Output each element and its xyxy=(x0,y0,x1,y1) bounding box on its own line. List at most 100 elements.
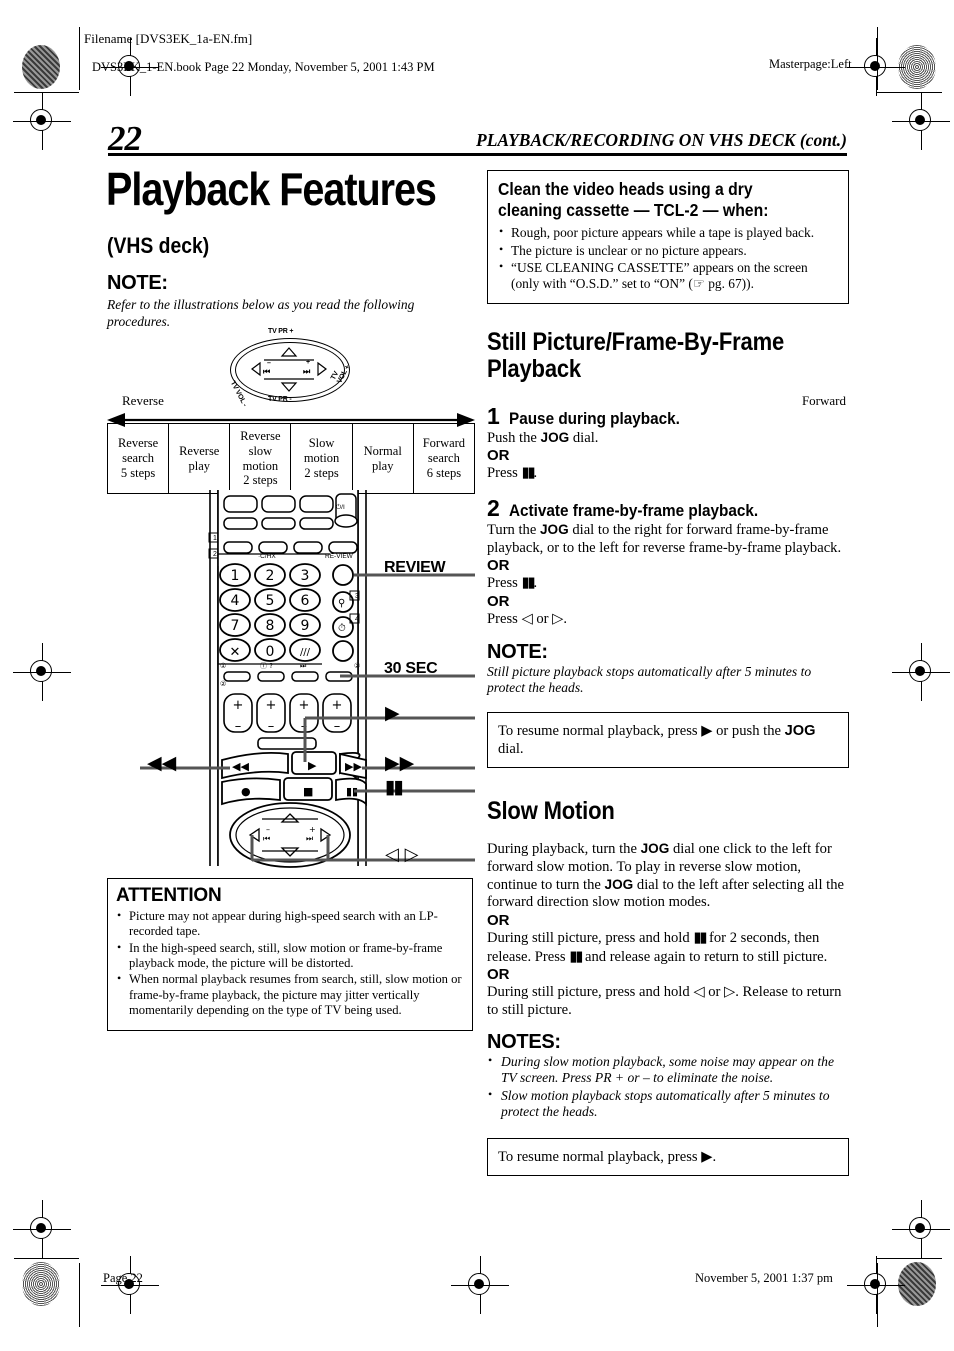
step-line: Press ◁ or ▷. xyxy=(487,609,568,627)
svg-text:2: 2 xyxy=(213,551,217,558)
still-note-heading: NOTE: xyxy=(487,640,548,663)
attention-item: When normal playback resumes from search… xyxy=(116,971,464,1018)
svg-text:5: 5 xyxy=(266,593,275,609)
svg-text:///: /// xyxy=(300,647,311,658)
right-arrow-icon: ▷ xyxy=(724,983,736,1001)
slow-motion-notes-heading: NOTES: xyxy=(487,1030,561,1053)
step-title: Activate frame-by-frame playback. xyxy=(508,500,758,520)
step-title: Pause during playback. xyxy=(508,408,680,428)
cell-text: Reverse slow motion 2 steps xyxy=(240,429,281,488)
left-arrow-icon: ◁ xyxy=(693,983,705,1001)
page-subtitle: (VHS deck) xyxy=(107,233,210,258)
header-rule xyxy=(108,153,847,156)
step-1-header: 1 Pause during playback. xyxy=(487,403,849,430)
svg-text:②: ② xyxy=(354,662,360,670)
svg-text:②: ② xyxy=(220,680,226,688)
callout-pause-icon: ▮▮ xyxy=(385,776,404,798)
svg-text:0: 0 xyxy=(266,644,275,660)
svg-text:–: – xyxy=(266,825,270,834)
playback-modes-table-wrap: Reverse search 5 steps Reverse play Reve… xyxy=(106,423,476,494)
pause-icon: ▮▮ xyxy=(693,929,707,947)
step-or: OR xyxy=(487,557,510,575)
cell-text: Forward search 6 steps xyxy=(422,436,466,480)
mode-cell-reverse-play: Reverse play xyxy=(168,423,231,494)
direction-label-reverse: Reverse xyxy=(122,393,164,408)
pause-icon: ▮▮ xyxy=(521,574,535,592)
remote-control-drawing: 123 456 789 ✕ 0 /// ⚲ ⏱ ·C/HX RE-VIEW ⏻/I… xyxy=(140,490,475,868)
mode-cell-slow-motion: Slow motion 2 steps xyxy=(290,423,353,494)
svg-text:⏻/I: ⏻/I xyxy=(336,504,345,511)
svg-text:+: + xyxy=(233,698,244,713)
still-picture-heading: Still Picture/Frame-By-Frame Playback xyxy=(487,327,785,384)
slow-motion-tip-box: To resume normal playback, press ▶. xyxy=(487,1138,849,1177)
svg-text:▶▶: ▶▶ xyxy=(345,760,362,773)
play-icon: ▶ xyxy=(701,1148,713,1165)
table-row: Reverse search 5 steps Reverse play Reve… xyxy=(106,423,476,494)
left-arrow-icon: ◁ xyxy=(521,609,533,627)
svg-text:+: + xyxy=(299,698,310,713)
still-picture-step-1: 1 Pause during playback. Push the JOG di… xyxy=(487,403,849,483)
svg-text:ⓘ ?: ⓘ ? xyxy=(260,662,273,670)
step-or: OR xyxy=(487,592,510,610)
jog-label-minus: – xyxy=(267,360,271,367)
manual-page: 2 2 PLAYBACK/RECORDING ON VHS DECK (cont.… xyxy=(0,0,954,1351)
mode-cell-normal-play: Normal play xyxy=(351,423,414,494)
svg-text:4: 4 xyxy=(355,616,359,623)
svg-text:▶: ▶ xyxy=(308,759,317,772)
cleaning-box-heading: Clean the video heads using a dry cleani… xyxy=(498,179,769,220)
svg-text:①: ① xyxy=(220,662,226,670)
still-note-body: Still picture playback stops automatical… xyxy=(487,663,812,696)
svg-text:3: 3 xyxy=(301,568,310,584)
still-picture-tip-box: To resume normal playback, press ▶ or pu… xyxy=(487,711,849,768)
svg-text:6: 6 xyxy=(301,593,310,609)
running-head: PLAYBACK/RECORDING ON VHS DECK (cont.) xyxy=(476,130,847,150)
svg-text:–: – xyxy=(268,719,275,734)
svg-text:⏭: ⏭ xyxy=(300,662,307,670)
jog-label-top: TV PR + xyxy=(268,328,294,335)
pause-icon: ▮▮ xyxy=(569,947,583,965)
mode-cell-reverse-slow-motion: Reverse slow motion 2 steps xyxy=(229,423,292,494)
svg-text:1: 1 xyxy=(231,568,240,584)
svg-text:+: + xyxy=(266,698,277,713)
svg-text:9: 9 xyxy=(301,618,310,634)
svg-text:4: 4 xyxy=(231,593,240,609)
mode-cell-forward-search: Forward search 6 steps xyxy=(412,423,476,494)
play-icon: ▶ xyxy=(701,721,713,739)
svg-text:+: + xyxy=(309,825,316,834)
svg-text:1: 1 xyxy=(213,535,217,542)
remote-control-illustration: 123 456 789 ✕ 0 /// ⚲ ⏱ ·C/HX RE-VIEW ⏻/I… xyxy=(140,488,475,868)
callout-play-icon: ▶ xyxy=(385,702,400,724)
step-number: 2 xyxy=(487,494,500,521)
slow-motion-paragraph: During still picture, press and hold ▮▮ … xyxy=(487,929,828,965)
step-2-header: 2 Activate frame-by-frame playback. xyxy=(487,495,849,522)
left-note-heading: NOTE: xyxy=(107,272,168,294)
svg-text:⏱: ⏱ xyxy=(338,623,346,634)
svg-text:●: ● xyxy=(241,785,251,798)
step-line: Press ▮▮. xyxy=(487,574,538,592)
cell-text: Normal play xyxy=(363,443,402,473)
mode-cell-reverse-search: Reverse search 5 steps xyxy=(106,423,170,494)
svg-text:–: – xyxy=(235,719,242,734)
svg-text:⏮: ⏮ xyxy=(263,834,270,843)
attention-item: In the high-speed search, still, slow mo… xyxy=(116,940,464,972)
pause-icon: ▮▮ xyxy=(521,464,535,482)
cleaning-box-item: The picture is unclear or no picture app… xyxy=(498,242,839,259)
step-line: Press ▮▮. xyxy=(487,464,538,482)
callout-review: REVIEW xyxy=(384,559,446,576)
cell-text: Slow motion 2 steps xyxy=(303,436,340,480)
slow-motion-paragraph: During still picture, press and hold ◁ o… xyxy=(487,983,842,1019)
svg-text:✕: ✕ xyxy=(230,645,241,660)
svg-text:8: 8 xyxy=(266,618,275,634)
step-number: 1 xyxy=(487,402,500,429)
step-or: OR xyxy=(487,447,510,465)
callout-rewind-icon: ◀◀ xyxy=(147,752,177,774)
slow-motion-paragraph: During playback, turn the JOG dial one c… xyxy=(487,841,844,911)
svg-text:2: 2 xyxy=(266,568,275,584)
cleaning-box-item: Rough, poor picture appears while a tape… xyxy=(498,224,839,241)
left-note-body: Refer to the illustrations below as you … xyxy=(107,297,415,329)
attention-item: Picture may not appear during high-speed… xyxy=(116,908,464,940)
attention-box: ATTENTION Picture may not appear during … xyxy=(107,878,473,1031)
cleaning-cassette-box: Clean the video heads using a dry cleani… xyxy=(487,170,849,304)
jog-label-plus: + xyxy=(306,359,310,366)
slow-motion-or: OR xyxy=(487,966,510,984)
